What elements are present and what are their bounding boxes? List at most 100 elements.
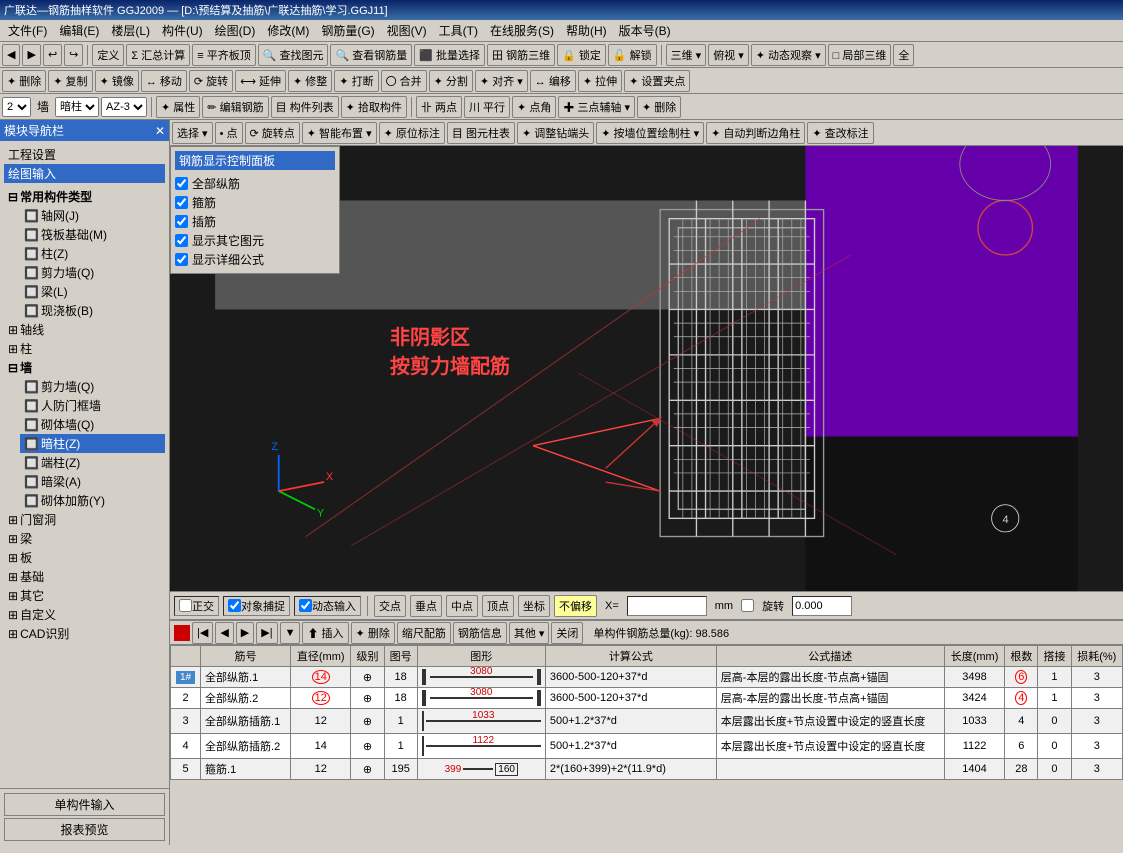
btn-scale-rebar[interactable]: 缩尺配筋 [397,622,451,644]
btn-report-preview[interactable]: 报表预览 [4,818,165,841]
tree-other[interactable]: ⊞其它 [4,586,165,605]
btn-single-component[interactable]: 单构件输入 [4,793,165,816]
btn-rotate[interactable]: ⟳ 旋转 [189,70,233,92]
btn-smart-layout[interactable]: ✦ 智能布置 ▾ [302,122,377,144]
component-code-select[interactable]: AZ-3 [101,97,147,117]
btn-nav-last[interactable]: ▶| [256,622,277,644]
btn-coord[interactable]: 坐标 [518,595,550,617]
tree-column-root[interactable]: ⊞柱 [4,339,165,358]
menu-online[interactable]: 在线服务(S) [484,20,560,41]
rebar-check-other-cb[interactable] [175,234,188,247]
btn-rebar-info[interactable]: 钢筋信息 [453,622,507,644]
tree-custom[interactable]: ⊞自定义 [4,605,165,624]
btn-midpoint[interactable]: 中点 [446,595,478,617]
rebar-check-all-longitudinal-cb[interactable] [175,177,188,190]
btn-3d[interactable]: 三维 ▾ [666,44,707,66]
btn-delete-axis[interactable]: ✦ 删除 [637,96,681,118]
btn-calculate[interactable]: Σ 汇总计算 [126,44,190,66]
tree-wall-root[interactable]: ⊟墙 [4,358,165,377]
tree-item-axis[interactable]: 🔲轴网(J) [20,206,165,225]
tree-axis-root[interactable]: ⊞轴线 [4,320,165,339]
sidebar-close-icon[interactable]: ✕ [155,124,165,138]
btn-nav-down[interactable]: ▼ [280,622,301,644]
btn-three-point[interactable]: ✚ 三点辅轴 ▾ [558,96,635,118]
object-snap-cb[interactable] [228,599,241,612]
btn-auto-corner[interactable]: ✦ 自动判断边角柱 [706,122,805,144]
btn-edit-rebar[interactable]: ✏ 编辑钢筋 [202,96,268,118]
btn-insert[interactable]: ⬆ 插入 [302,622,348,644]
menu-help[interactable]: 帮助(H) [560,20,613,41]
sidebar-item-draw-input[interactable]: 绘图输入 [4,164,165,183]
btn-local-3d[interactable]: □ 局部三维 [828,44,892,66]
btn-two-point[interactable]: 卝 两点 [416,96,462,118]
btn-check-mark[interactable]: ✦ 查改标注 [807,122,873,144]
btn-rebar-3d[interactable]: 田 钢筋三维 [487,44,555,66]
tree-cad[interactable]: ⊞CAD识别 [4,624,165,643]
btn-merge[interactable]: 〇 合并 [381,70,427,92]
btn-dynamic-observe[interactable]: ✦ 动态观察 ▾ [751,44,826,66]
btn-break[interactable]: ✦ 打断 [334,70,378,92]
tree-item-shear-wall2[interactable]: 🔲剪力墙(Q) [20,377,165,396]
menu-draw[interactable]: 绘图(D) [209,20,262,41]
btn-column-table[interactable]: 目 图元柱表 [447,122,515,144]
btn-point-angle[interactable]: ✦ 点角 [512,96,556,118]
btn-undo[interactable]: ↩ [43,44,62,66]
btn-align[interactable]: ✦ 对齐 ▾ [475,70,528,92]
btn-trim[interactable]: ✦ 修整 [288,70,332,92]
bottom-table-area[interactable]: 筋号 直径(mm) 级别 图号 图形 计算公式 公式描述 长度(mm) 根数 搭… [170,645,1123,845]
btn-rotate-point[interactable]: ⟳ 旋转点 [245,122,300,144]
rotate-input[interactable] [792,596,852,616]
tree-slab[interactable]: ⊞板 [4,548,165,567]
btn-unlock[interactable]: 🔓 解锁 [608,44,657,66]
tree-item-beam[interactable]: 🔲梁(L) [20,282,165,301]
rebar-check-insert-cb[interactable] [175,215,188,228]
component-type-select[interactable]: 暗柱 [55,97,99,117]
btn-pan[interactable]: ↔ 编移 [530,70,576,92]
btn-lock[interactable]: 🔒 锁定 [557,44,606,66]
btn-perpendicular[interactable]: 垂点 [410,595,442,617]
btn-intersection[interactable]: 交点 [374,595,406,617]
btn-move[interactable]: ↔ 移动 [141,70,187,92]
btn-copy[interactable]: ✦ 复制 [48,70,92,92]
tree-item-hidden-beam[interactable]: 🔲暗梁(A) [20,472,165,491]
btn-point[interactable]: • 点 [215,122,243,144]
tree-beam[interactable]: ⊞梁 [4,529,165,548]
table-row[interactable]: 2全部纵筋.212⊕1830803600-500-120+37*d层高-本层的露… [171,688,1123,709]
btn-bottom-delete[interactable]: ✦ 删除 [351,622,395,644]
canvas[interactable]: 钢筋显示控制面板 全部纵筋 箍筋 插筋 显示其它图元 [170,146,1123,591]
tree-item-masonry-rebar[interactable]: 🔲砌体加筋(Y) [20,491,165,510]
table-row[interactable]: 1#全部纵筋.114⊕1830803600-500-120+37*d层高-本层的… [171,667,1123,688]
btn-extend[interactable]: ⟷ 延伸 [235,70,286,92]
btn-parallel[interactable]: 川 平行 [464,96,510,118]
btn-select[interactable]: 选择 ▾ [172,122,213,144]
menu-component[interactable]: 构件(U) [156,20,209,41]
btn-original-mark[interactable]: ✦ 原位标注 [379,122,445,144]
tree-foundation[interactable]: ⊞基础 [4,567,165,586]
btn-nav-next[interactable]: ▶ [236,622,254,644]
btn-other[interactable]: 其他 ▾ [509,622,550,644]
btn-back[interactable]: ◀ [2,44,20,66]
btn-top-view[interactable]: 俯视 ▾ [708,44,749,66]
menu-modify[interactable]: 修改(M) [261,20,315,41]
btn-close[interactable]: 关闭 [551,622,583,644]
btn-forward[interactable]: ▶ [22,44,40,66]
table-row[interactable]: 4全部纵筋插筋.214⊕11122500+1.2*37*d本层露出长度+节点设置… [171,734,1123,759]
btn-grip[interactable]: ✦ 设置夹点 [624,70,690,92]
tree-door-window[interactable]: ⊞门窗洞 [4,510,165,529]
rebar-check-stirrup-cb[interactable] [175,196,188,209]
tree-item-hidden-column[interactable]: 🔲暗柱(Z) [20,434,165,453]
tree-item-shear-wall[interactable]: 🔲剪力墙(Q) [20,263,165,282]
btn-nav-prev[interactable]: ◀ [215,622,233,644]
btn-nav-first[interactable]: |◀ [192,622,213,644]
btn-stretch[interactable]: ✦ 拉伸 [578,70,622,92]
tree-item-slab[interactable]: 🔲现浇板(B) [20,301,165,320]
menu-rebar[interactable]: 钢筋量(G) [315,20,380,41]
tree-item-column[interactable]: 🔲柱(Z) [20,244,165,263]
menu-view[interactable]: 视图(V) [381,20,433,41]
status-ortho[interactable]: 正交 [174,596,219,616]
menu-file[interactable]: 文件(F) [2,20,53,41]
rotate-cb[interactable] [741,599,754,612]
btn-batch-select[interactable]: ⬛ 批量选择 [414,44,485,66]
status-object-snap[interactable]: 对象捕捉 [223,596,290,616]
ortho-cb[interactable] [179,599,192,612]
